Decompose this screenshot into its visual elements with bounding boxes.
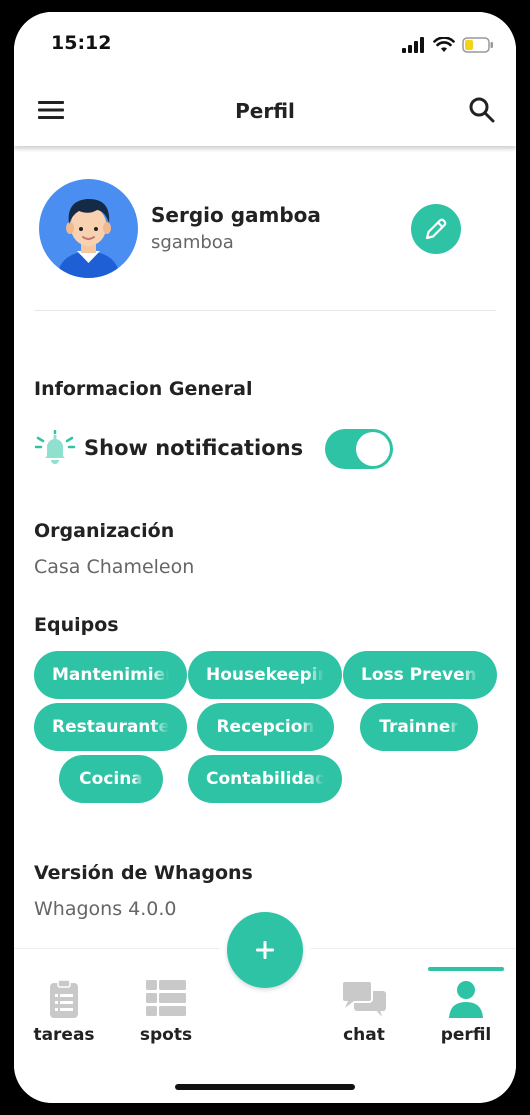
user-avatar-icon	[57, 198, 120, 278]
app-header: Perfil	[14, 74, 516, 146]
person-icon	[449, 981, 483, 1018]
tab-label: spots	[139, 1025, 193, 1045]
team-chip[interactable]: Cocina	[59, 755, 163, 803]
team-chip[interactable]: Trainner	[360, 703, 478, 751]
page-title: Perfil	[235, 99, 295, 123]
home-indicator	[175, 1084, 355, 1090]
status-bar: 15:12	[14, 12, 516, 74]
tab-chat[interactable]: chat	[319, 949, 409, 1049]
tab-perfil[interactable]: perfil	[421, 949, 511, 1049]
profile-content: Sergio gamboa sgamboa Informacion Genera…	[14, 146, 516, 956]
avatar	[39, 179, 138, 278]
tab-label: chat	[343, 1025, 385, 1045]
edit-profile-button[interactable]	[411, 204, 461, 254]
tab-label: tareas	[33, 1025, 95, 1045]
tab-tareas[interactable]: tareas	[19, 949, 109, 1049]
toggle-knob	[356, 432, 390, 466]
notifications-label: Show notifications	[84, 436, 304, 460]
battery-icon	[462, 37, 493, 53]
bell-icon	[34, 430, 76, 464]
organization-label: Organización	[34, 520, 175, 542]
status-time: 15:12	[51, 32, 112, 54]
team-chip[interactable]: Recepcion	[197, 703, 334, 751]
signal-icon	[402, 37, 424, 53]
tab-spots[interactable]: spots	[121, 949, 211, 1049]
tab-label: perfil	[440, 1025, 492, 1045]
phone-screen: 15:12 Perfil Sergio gamboa sgamboa Infor…	[14, 12, 516, 1103]
team-chip[interactable]: Mantenimiento	[34, 651, 187, 699]
organization-value: Casa Chameleon	[34, 556, 195, 578]
add-button[interactable]	[227, 912, 303, 988]
general-info-title: Informacion General	[34, 378, 253, 400]
divider	[34, 310, 496, 311]
search-icon	[469, 97, 495, 123]
version-value: Whagons 4.0.0	[34, 898, 177, 920]
team-chip[interactable]: Loss Prevention	[343, 651, 497, 699]
notifications-row: Show notifications	[34, 430, 303, 466]
search-button[interactable]	[468, 96, 496, 124]
team-chip[interactable]: Restaurante	[34, 703, 187, 751]
version-label: Versión de Whagons	[34, 862, 253, 884]
profile-username: sgamboa	[151, 232, 234, 253]
plus-icon	[256, 941, 274, 959]
team-chip[interactable]: Housekeeping	[188, 651, 342, 699]
chat-icon	[341, 980, 386, 1017]
teams-label: Equipos	[34, 614, 119, 636]
wifi-icon	[433, 37, 455, 52]
grid-list-icon	[146, 980, 186, 1016]
notifications-toggle[interactable]	[325, 429, 393, 469]
team-chip[interactable]: Contabilidad	[188, 755, 342, 803]
status-icons	[402, 36, 494, 54]
profile-name: Sergio gamboa	[151, 203, 321, 227]
clipboard-icon	[50, 979, 78, 1018]
pencil-icon	[425, 218, 447, 240]
